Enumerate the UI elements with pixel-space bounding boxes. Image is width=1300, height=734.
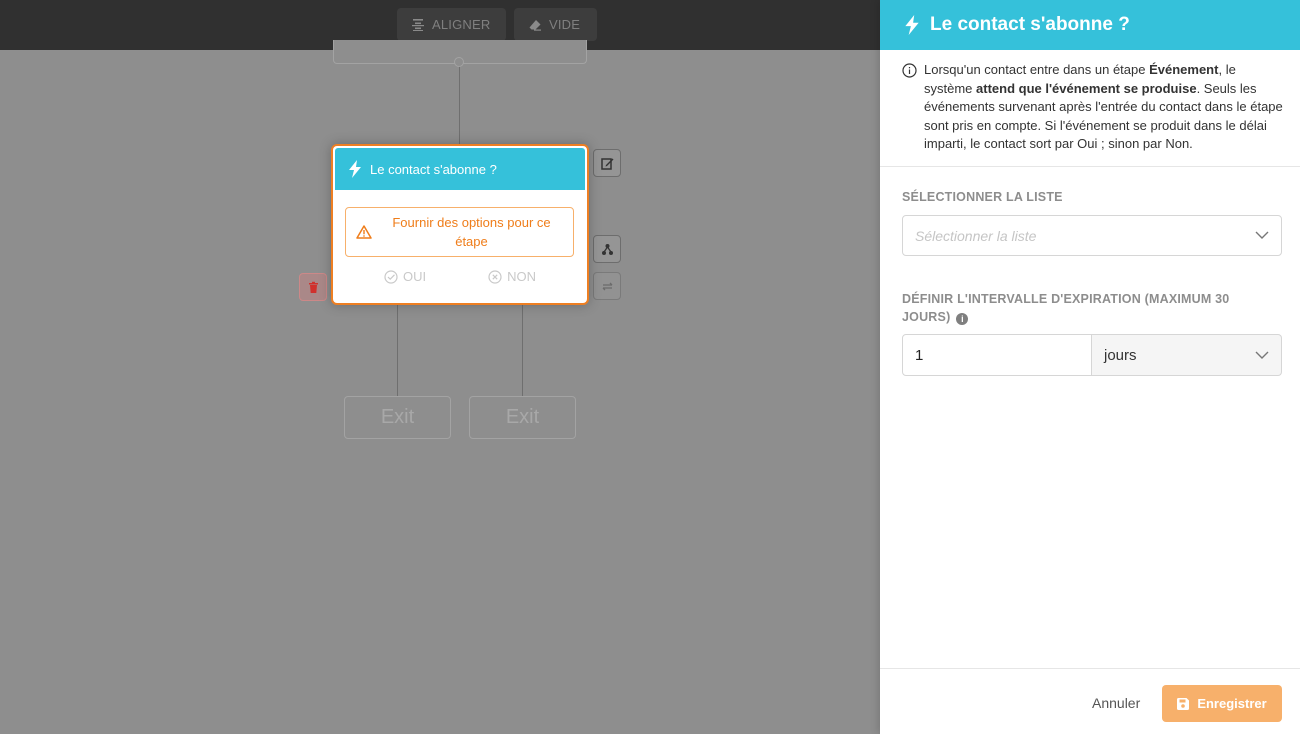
delete-step-button[interactable] [299, 273, 327, 301]
connector-dot [454, 57, 464, 67]
list-select[interactable]: Sélectionner la liste [902, 215, 1282, 256]
yes-connector-line [397, 304, 398, 397]
connector-line [459, 66, 460, 146]
exit-node-no[interactable]: Exit [469, 396, 576, 439]
step-settings-panel: Le contact s'abonne ? Lorsqu'un contact … [880, 0, 1300, 734]
step-warning: Fournir des options pour ce étape [345, 207, 574, 257]
align-icon [412, 18, 424, 31]
edit-step-button[interactable] [593, 149, 621, 177]
panel-header: Le contact s'abonne ? [880, 0, 1300, 50]
split-path-button[interactable] [593, 235, 621, 263]
swap-path-button[interactable] [593, 272, 621, 300]
edit-icon [600, 157, 613, 170]
check-circle-icon [384, 269, 398, 284]
panel-footer: Annuler Enregistrer [880, 668, 1300, 734]
panel-title: Le contact s'abonne ? [930, 14, 1130, 35]
expiration-unit-value: jours [1104, 346, 1137, 364]
sitemap-icon [601, 243, 613, 255]
workflow-canvas[interactable]: ALIGNER VIDE Le contact s'abonne ? Fourn… [0, 0, 880, 734]
bolt-icon [905, 15, 919, 35]
no-connector-line [522, 304, 523, 397]
list-field-label: SÉLECTIONNER LA LISTE [902, 190, 1063, 204]
yes-path-label: OUI [384, 269, 426, 284]
event-step-node[interactable]: Le contact s'abonne ? Fournir des option… [331, 144, 589, 305]
chevron-down-icon [1255, 347, 1269, 364]
no-path-label: NON [488, 269, 536, 284]
step-warning-text: Fournir des options pour ce étape [392, 215, 551, 249]
chevron-down-icon [1255, 227, 1269, 245]
cancel-button[interactable]: Annuler [1092, 695, 1140, 711]
empty-button[interactable]: VIDE [514, 8, 597, 41]
step-title: Le contact s'abonne ? [370, 161, 497, 177]
exit-node-yes[interactable]: Exit [344, 396, 451, 439]
info-text: Lorsqu'un contact entre dans un étape Év… [924, 62, 1283, 151]
x-circle-icon [488, 269, 502, 284]
save-icon [1177, 697, 1190, 710]
align-label: ALIGNER [432, 17, 491, 32]
bolt-icon [349, 160, 361, 178]
step-paths: OUI NON [333, 269, 587, 284]
expiration-value-input[interactable]: 1 [902, 334, 1092, 376]
step-header: Le contact s'abonne ? [335, 148, 585, 190]
align-button[interactable]: ALIGNER [397, 8, 506, 41]
list-select-placeholder: Sélectionner la liste [915, 227, 1037, 244]
trash-icon [308, 281, 318, 293]
info-icon[interactable]: i [956, 313, 969, 325]
expiration-field-label: DÉFINIR L'INTERVALLE D'EXPIRATION (MAXIM… [902, 292, 1230, 325]
expiration-unit-select[interactable]: jours [1092, 334, 1282, 376]
save-label: Enregistrer [1197, 696, 1267, 711]
expiration-row: 1 jours [902, 334, 1282, 376]
swap-icon [602, 282, 612, 290]
eraser-icon [529, 19, 541, 31]
info-box: Lorsqu'un contact entre dans un étape Év… [880, 50, 1300, 167]
warning-icon [356, 225, 372, 239]
info-circle-icon [902, 63, 917, 78]
empty-label: VIDE [549, 17, 581, 32]
save-button[interactable]: Enregistrer [1162, 685, 1282, 722]
